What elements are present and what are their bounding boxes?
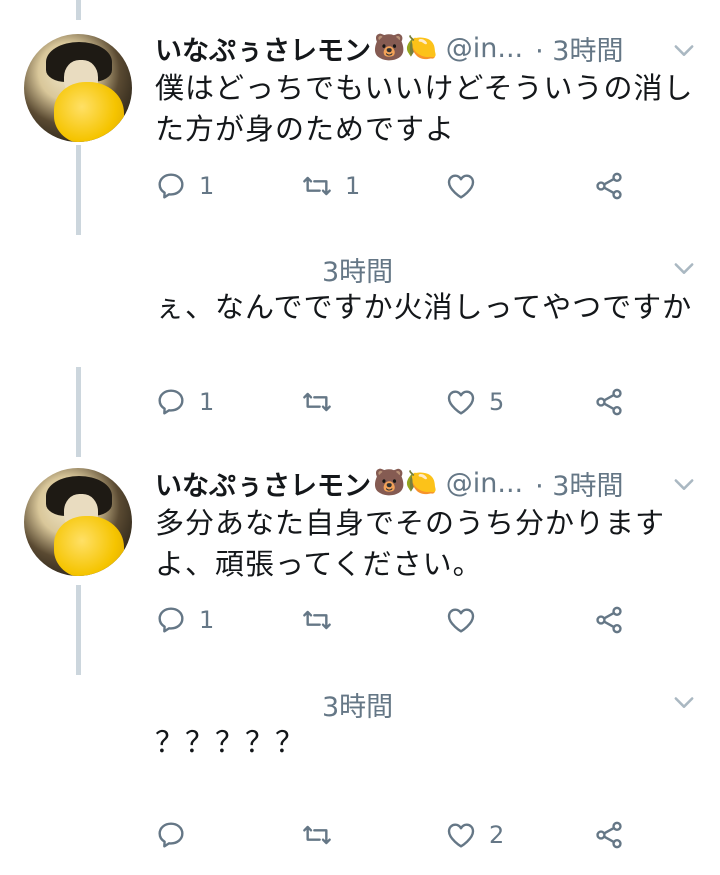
name-emoji: 🐻🍋 <box>373 33 438 63</box>
share-button[interactable] <box>593 382 625 422</box>
timestamp[interactable]: 3時間 <box>322 685 393 724</box>
display-name[interactable]: いなぷぅさレモン <box>155 29 371 68</box>
retweet-button[interactable]: 1 <box>301 166 360 206</box>
share-button[interactable] <box>593 600 625 640</box>
reply-count: 1 <box>199 388 215 416</box>
reply-icon <box>158 607 184 633</box>
display-name[interactable]: いなぷぅさレモン <box>155 464 371 503</box>
share-button[interactable] <box>593 815 625 855</box>
thread-line-top <box>76 0 81 20</box>
tweet-text-line: ？？？？？ <box>155 725 306 759</box>
tweet-text-line: 僕はどっちでもいいけどそういうの消し <box>155 71 694 105</box>
like-button[interactable] <box>445 600 489 640</box>
tweet-actions: 1 1 <box>155 166 635 206</box>
reply-icon <box>158 389 184 415</box>
tweet-actions: 2 <box>155 815 635 855</box>
avatar[interactable] <box>24 34 132 142</box>
tweet-actions: 1 <box>155 600 635 640</box>
reply-count: 1 <box>199 606 215 634</box>
like-button[interactable] <box>445 166 489 206</box>
reply-count: 1 <box>199 172 215 200</box>
caret-down-icon[interactable] <box>670 470 698 498</box>
tweet-text: 僕はどっちでもいいけどそういうの消し た方が身のためですよ <box>155 68 694 150</box>
reply-button[interactable]: 1 <box>155 166 214 206</box>
retweet-icon <box>303 610 331 630</box>
share-icon <box>596 606 622 634</box>
tweet-text: ？？？？？ <box>155 722 305 763</box>
reply-icon <box>158 822 184 848</box>
reply-button[interactable] <box>155 815 199 855</box>
thread-line-2 <box>76 367 81 457</box>
share-icon <box>596 388 622 416</box>
like-icon <box>447 390 475 415</box>
tweet-text: ぇ、なんでですか火消しってやつですか <box>155 287 692 328</box>
tweet-header: いなぷぅさレモン 🐻🍋 @in... · 3時間 <box>155 29 623 68</box>
user-handle[interactable]: @in... <box>446 468 523 499</box>
share-button[interactable] <box>593 166 625 206</box>
tweet-text-line: た方が身のためですよ <box>155 112 456 146</box>
tweet-text-line: 多分あなた自身でそのうち分かります <box>155 506 666 540</box>
retweet-button[interactable] <box>301 815 345 855</box>
tweet-text: 多分あなた自身でそのうち分かります よ、頑張ってください。 <box>155 503 665 585</box>
like-button[interactable]: 2 <box>445 815 504 855</box>
tweet-header: いなぷぅさレモン 🐻🍋 @in... · 3時間 <box>155 464 623 503</box>
retweet-button[interactable] <box>301 600 345 640</box>
reply-button[interactable]: 1 <box>155 382 214 422</box>
retweet-icon <box>303 176 331 196</box>
user-handle[interactable]: @in... <box>446 33 523 64</box>
avatar[interactable] <box>24 468 132 576</box>
like-button[interactable]: 5 <box>445 382 504 422</box>
retweet-icon <box>303 392 331 412</box>
retweet-button[interactable] <box>301 382 345 422</box>
retweet-icon <box>303 825 331 845</box>
caret-down-icon[interactable] <box>670 254 698 282</box>
thread-line-3 <box>76 585 81 675</box>
share-icon <box>596 821 622 849</box>
retweet-count: 1 <box>345 172 361 200</box>
tweet-text-line: よ、頑張ってください。 <box>155 547 483 581</box>
tweet-text-line: ぇ、なんでですか火消しってやつですか <box>155 290 693 324</box>
reply-button[interactable]: 1 <box>155 600 214 640</box>
timestamp[interactable]: 3時間 <box>322 250 393 289</box>
thread-line-1 <box>76 145 81 235</box>
caret-down-icon[interactable] <box>670 36 698 64</box>
timestamp[interactable]: · 3時間 <box>535 29 623 68</box>
name-emoji: 🐻🍋 <box>373 468 438 498</box>
like-icon <box>447 174 475 199</box>
like-icon <box>447 823 475 848</box>
share-icon <box>596 172 622 200</box>
like-icon <box>447 608 475 633</box>
reply-icon <box>158 173 184 199</box>
tweet-actions: 1 5 <box>155 382 635 422</box>
caret-down-icon[interactable] <box>670 688 698 716</box>
like-count: 5 <box>489 388 505 416</box>
timestamp[interactable]: · 3時間 <box>535 464 623 503</box>
like-count: 2 <box>489 821 505 849</box>
